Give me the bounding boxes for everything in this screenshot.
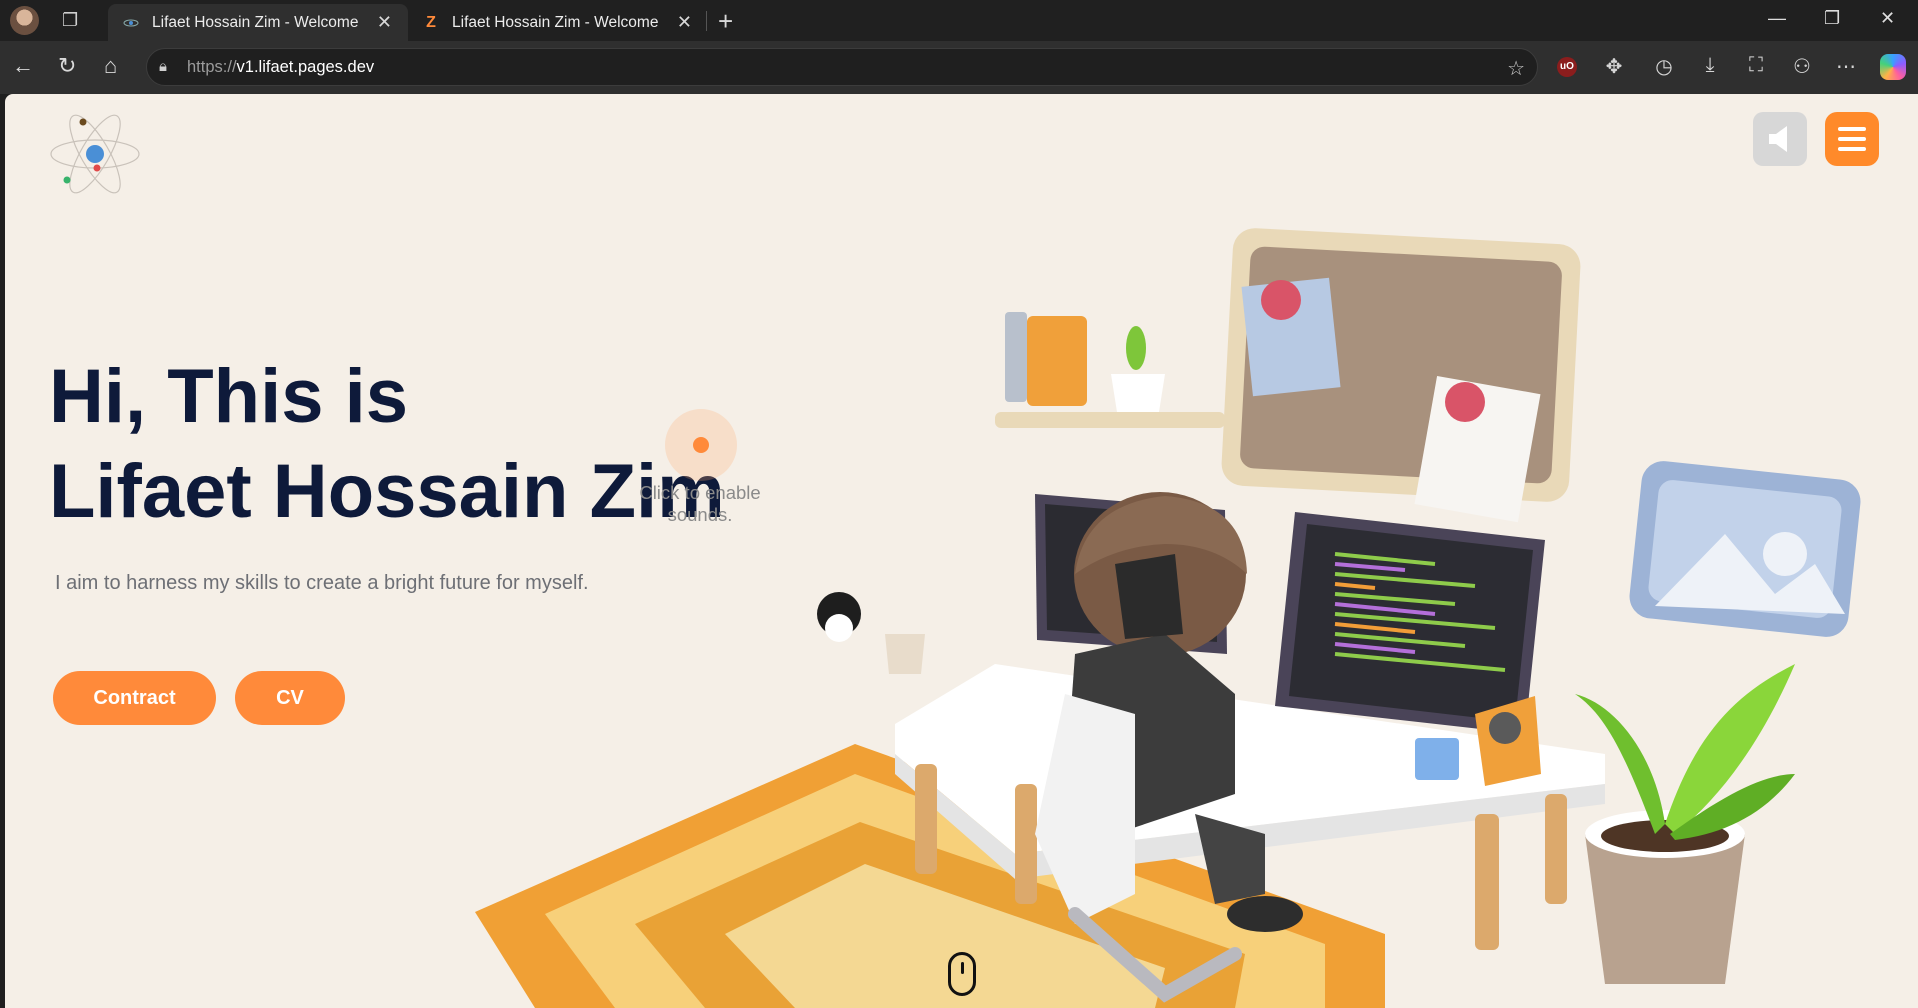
- copilot-icon[interactable]: [1880, 54, 1906, 80]
- z-favicon-icon: Z: [426, 13, 436, 31]
- tab-active[interactable]: Lifaet Hossain Zim - Welcome ✕: [108, 4, 408, 41]
- profile-avatar[interactable]: [10, 6, 39, 35]
- lock-icon[interactable]: 🔒︎: [159, 58, 167, 75]
- more-options-icon[interactable]: ⋯: [1834, 54, 1858, 79]
- new-tab-icon[interactable]: +: [718, 6, 733, 37]
- close-tab-icon[interactable]: ✕: [677, 12, 692, 33]
- browser-tab-bar: ❐ Lifaet Hossain Zim - Welcome ✕ Z Lifae…: [0, 0, 1918, 41]
- favorite-star-icon[interactable]: ☆: [1507, 56, 1525, 81]
- workspace-illustration: [475, 228, 1861, 1008]
- url-text: https://v1.lifaet.pages.dev: [187, 58, 375, 76]
- atom-favicon-icon: [122, 14, 140, 32]
- hero-line-1: Hi, This is: [49, 354, 408, 439]
- close-window-icon[interactable]: ✕: [1880, 8, 1895, 29]
- minimize-icon[interactable]: —: [1768, 8, 1786, 29]
- hero-subtitle: I aim to harness my skills to create a b…: [55, 572, 589, 594]
- collections-icon[interactable]: ⚇: [1790, 54, 1814, 79]
- sound-hint-text: Click to enable sounds.: [639, 482, 761, 525]
- download-icon[interactable]: ⤓: [1698, 54, 1722, 77]
- history-icon[interactable]: ◷: [1652, 54, 1676, 79]
- tab-separator: [706, 11, 707, 31]
- atom-logo-icon[interactable]: [47, 114, 143, 194]
- mouse-scroll-icon[interactable]: [948, 952, 976, 996]
- contract-button[interactable]: Contract: [53, 671, 216, 725]
- back-icon[interactable]: ←: [12, 53, 34, 79]
- cv-button[interactable]: CV: [235, 671, 345, 725]
- extensions-icon[interactable]: ✥: [1602, 54, 1626, 79]
- browser-toolbar: ← ↻ ⌂ 🔒︎ https://v1.lifaet.pages.dev ☆ u…: [0, 41, 1918, 94]
- sound-pulse-dot: [693, 437, 709, 453]
- close-tab-icon[interactable]: ✕: [377, 12, 392, 33]
- address-bar[interactable]: 🔒︎ https://v1.lifaet.pages.dev ☆: [146, 48, 1538, 86]
- ublock-extension-icon[interactable]: uO: [1557, 57, 1577, 77]
- tab-actions-icon[interactable]: ❐: [62, 10, 86, 32]
- refresh-icon[interactable]: ↻: [58, 53, 76, 79]
- home-icon[interactable]: ⌂: [104, 53, 117, 79]
- screenshot-icon[interactable]: ⛶: [1744, 54, 1768, 77]
- menu-line: [1838, 127, 1866, 131]
- page-viewport: Hi, This is Lifaet Hossain Zim I aim to …: [5, 94, 1918, 1008]
- tab-inactive[interactable]: Z Lifaet Hossain Zim - Welcome ✕: [408, 4, 708, 41]
- tab-title: Lifaet Hossain Zim - Welcome: [452, 13, 659, 31]
- restore-icon[interactable]: ❐: [1824, 8, 1840, 29]
- tab-title: Lifaet Hossain Zim - Welcome: [152, 13, 359, 31]
